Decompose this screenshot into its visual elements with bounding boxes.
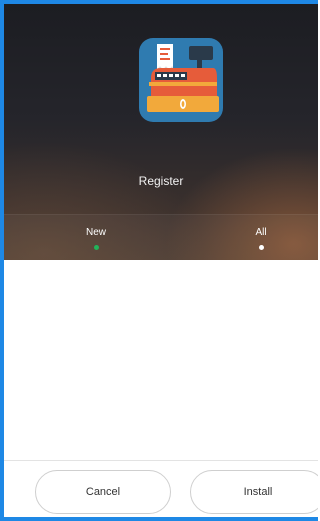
tab-all-label: All xyxy=(255,227,267,238)
install-button[interactable]: Install xyxy=(190,470,318,514)
tab-new-indicator xyxy=(93,245,99,250)
cancel-button[interactable]: Cancel xyxy=(35,470,171,514)
cash-register-icon xyxy=(139,38,223,122)
divider xyxy=(4,460,318,461)
tab-all[interactable]: All xyxy=(231,227,291,250)
tab-new[interactable]: New xyxy=(66,227,126,250)
tab-new-label: New xyxy=(85,227,106,238)
permissions-list[interactable] xyxy=(4,260,318,460)
app-header: Register New All xyxy=(4,4,318,261)
tab-bar: New All xyxy=(4,214,318,261)
installer-window: Register New All Cancel Install xyxy=(0,0,318,521)
app-name: Register xyxy=(138,174,184,188)
tab-all-indicator xyxy=(258,245,264,250)
